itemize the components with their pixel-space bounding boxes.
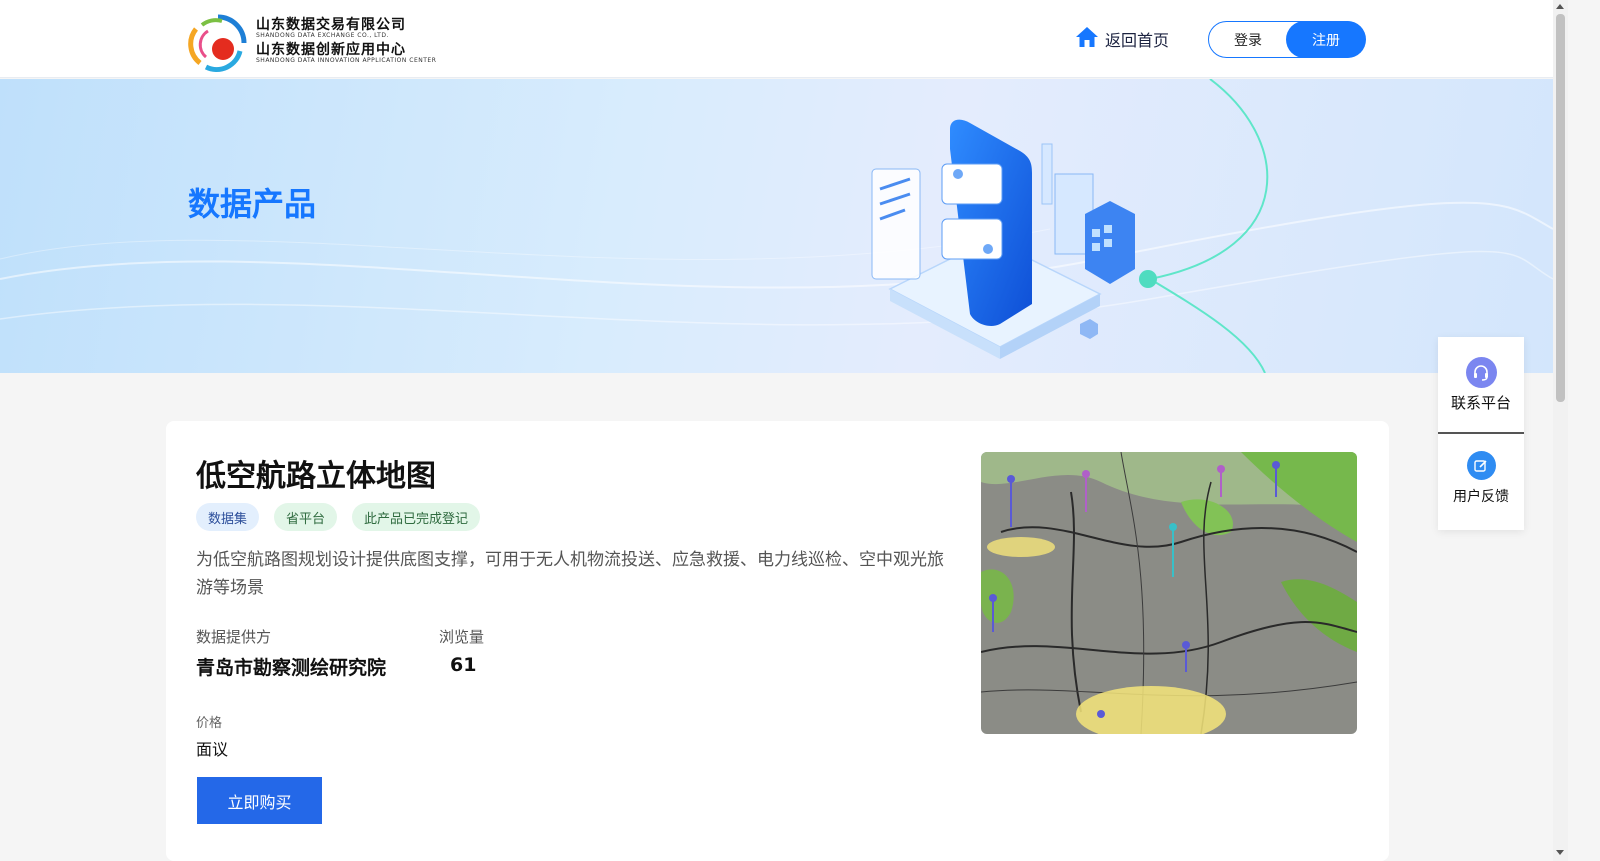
contact-platform-button[interactable]: 联系平台 — [1438, 357, 1524, 413]
auth-buttons: 登录 注册 — [1208, 21, 1366, 58]
provider-value: 青岛市勘察测绘研究院 — [196, 657, 387, 679]
scroll-down-arrow-icon[interactable] — [1556, 850, 1564, 855]
home-link-label: 返回首页 — [1105, 31, 1170, 50]
tag-dataset: 数据集 — [196, 503, 260, 531]
tag-registered: 此产品已完成登记 — [352, 503, 481, 531]
login-button[interactable]: 登录 — [1209, 22, 1287, 57]
site-header: 山东数据交易有限公司 SHANDONG DATA EXCHANGE CO., L… — [0, 0, 1553, 78]
price-label: 价格 — [196, 716, 223, 731]
views-label: 浏览量 — [439, 628, 485, 646]
product-description: 为低空航路图规划设计提供底图支撑，可用于无人机物流投送、应急救援、电力线巡检、空… — [196, 550, 944, 598]
tag-province-platform: 省平台 — [274, 503, 338, 531]
contact-platform-label: 联系平台 — [1450, 394, 1511, 412]
home-link[interactable]: 返回首页 — [1075, 26, 1169, 52]
views-value: 61 — [450, 654, 477, 676]
banner-illustration — [0, 79, 1553, 373]
logo-name-cn-2: 山东数据创新应用中心 — [256, 42, 406, 58]
edit-icon — [1466, 451, 1496, 480]
price-value: 面议 — [196, 740, 229, 759]
scroll-up-arrow-icon[interactable] — [1556, 4, 1564, 9]
home-icon — [1075, 26, 1099, 52]
buy-now-button[interactable]: 立即购买 — [197, 777, 322, 824]
side-panel-divider — [1438, 432, 1524, 434]
user-feedback-label: 用户反馈 — [1453, 489, 1509, 505]
product-title: 低空航路立体地图 — [196, 459, 436, 494]
logo-name-en-2: SHANDONG DATA INNOVATION APPLICATION CEN… — [256, 57, 437, 64]
headset-icon — [1465, 357, 1497, 388]
user-feedback-button[interactable]: 用户反馈 — [1438, 451, 1524, 506]
page-title: 数据产品 — [188, 185, 317, 223]
page-scrollbar[interactable] — [1553, 0, 1568, 861]
logo-mark-icon — [188, 13, 248, 73]
page-banner: 数据产品 — [0, 79, 1553, 373]
product-card: 低空航路立体地图 数据集 省平台 此产品已完成登记 为低空航路图规划设计提供底图… — [166, 421, 1389, 861]
logo-name-en-1: SHANDONG DATA EXCHANGE CO., LTD. — [256, 32, 389, 39]
register-button[interactable]: 注册 — [1286, 21, 1366, 58]
logo-name-cn-1: 山东数据交易有限公司 — [256, 17, 406, 33]
floating-side-panel: 联系平台 用户反馈 — [1438, 337, 1524, 530]
product-map-image — [981, 452, 1357, 734]
company-logo[interactable]: 山东数据交易有限公司 SHANDONG DATA EXCHANGE CO., L… — [188, 12, 448, 74]
scroll-thumb[interactable] — [1556, 14, 1565, 402]
product-tags: 数据集 省平台 此产品已完成登记 — [196, 503, 481, 531]
provider-label: 数据提供方 — [196, 628, 272, 646]
